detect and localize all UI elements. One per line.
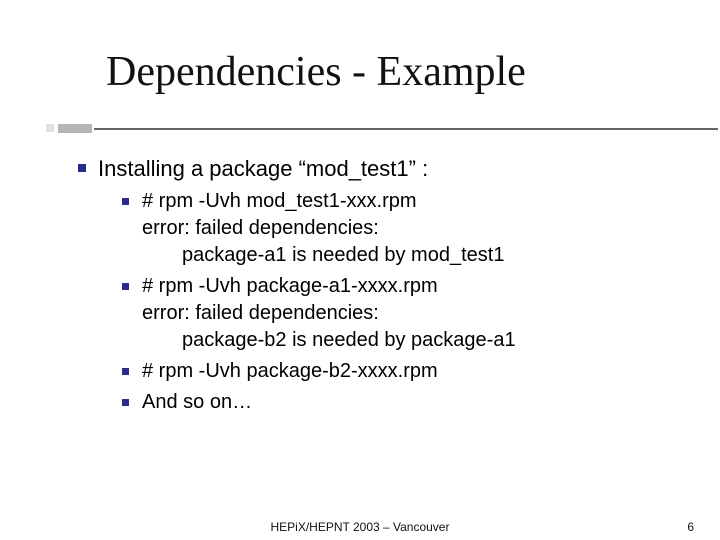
slide-title: Dependencies - Example	[106, 48, 526, 96]
code-line: # rpm -Uvh mod_test1-xxx.rpm	[142, 190, 417, 212]
slide: Dependencies - Example Installing a pack…	[0, 0, 720, 540]
title-underline	[0, 124, 720, 138]
deco-line	[94, 128, 718, 130]
error-detail: package-a1 is needed by mod_test1	[142, 242, 660, 269]
footer-center-text: HEPiX/HEPNT 2003 – Vancouver	[0, 520, 720, 534]
bullet-level2: # rpm -Uvh mod_test1-xxx.rpm error: fail…	[98, 188, 660, 269]
bullet-level2: # rpm -Uvh package-a1-xxxx.rpm error: fa…	[98, 273, 660, 354]
page-number: 6	[687, 520, 694, 534]
bullet-level2: And so on…	[98, 389, 660, 416]
bullet-level2: # rpm -Uvh package-b2-xxxx.rpm	[98, 358, 660, 385]
error-line: error: failed dependencies:	[142, 302, 379, 324]
error-line: error: failed dependencies:	[142, 217, 379, 239]
error-detail: package-b2 is needed by package-a1	[142, 327, 660, 354]
deco-square-small	[46, 124, 54, 132]
code-line: # rpm -Uvh package-b2-xxxx.rpm	[142, 360, 438, 382]
deco-square-large	[58, 124, 92, 133]
code-line: # rpm -Uvh package-a1-xxxx.rpm	[142, 275, 438, 297]
slide-body: Installing a package “mod_test1” : # rpm…	[70, 154, 660, 422]
bullet-level1: Installing a package “mod_test1” : # rpm…	[70, 154, 660, 416]
bullet-text: Installing a package “mod_test1” :	[98, 156, 428, 181]
text-line: And so on…	[142, 391, 252, 413]
